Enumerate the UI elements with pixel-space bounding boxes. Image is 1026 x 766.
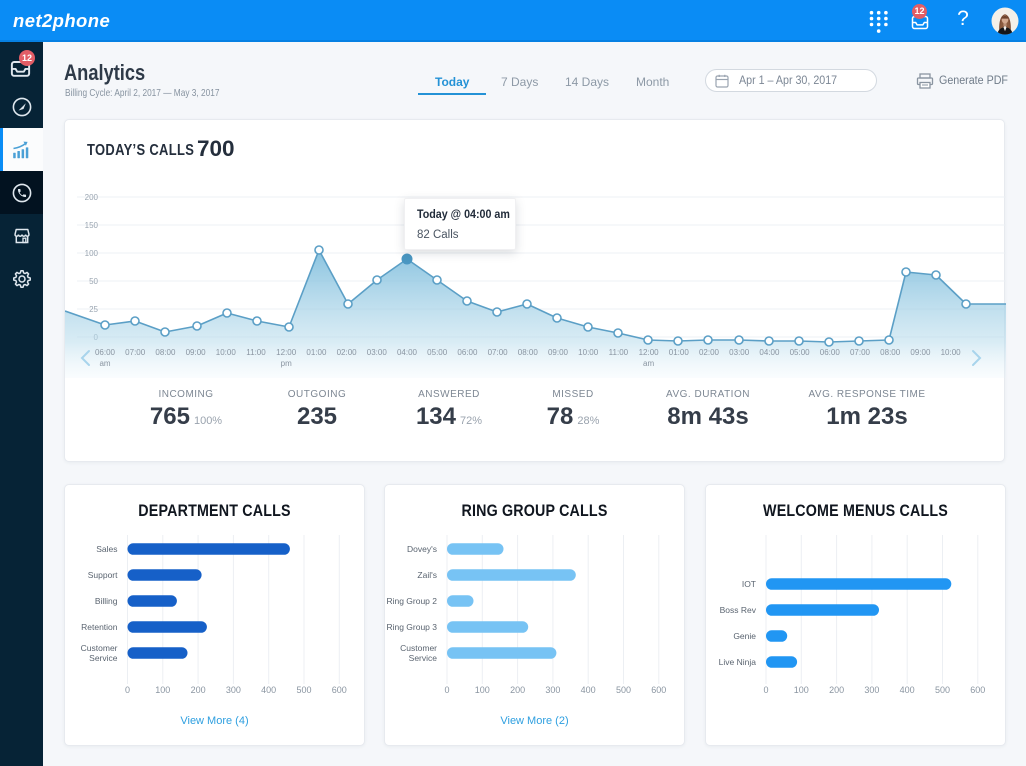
svg-text:0: 0 (125, 685, 130, 695)
svg-text:100: 100 (85, 249, 99, 258)
svg-text:Genie: Genie (733, 631, 756, 641)
svg-text:am: am (643, 359, 654, 368)
svg-text:11:00: 11:00 (246, 348, 266, 357)
svg-text:04:00: 04:00 (397, 348, 418, 357)
svg-text:400: 400 (581, 685, 596, 695)
svg-text:12:00: 12:00 (276, 348, 297, 357)
svg-text:200: 200 (191, 685, 206, 695)
svg-text:10:00: 10:00 (578, 348, 599, 357)
svg-text:600: 600 (970, 685, 985, 695)
svg-text:09:00: 09:00 (186, 348, 207, 357)
svg-text:10:00: 10:00 (941, 348, 962, 357)
svg-text:Dovey's: Dovey's (407, 544, 437, 554)
svg-text:100: 100 (794, 685, 809, 695)
svg-text:Billing: Billing (95, 596, 118, 606)
svg-text:600: 600 (332, 685, 347, 695)
svg-text:07:00: 07:00 (850, 348, 871, 357)
svg-text:Customer: Customer (81, 643, 118, 653)
svg-text:Live Ninja: Live Ninja (719, 657, 757, 667)
svg-text:600: 600 (651, 685, 666, 695)
svg-text:07:00: 07:00 (488, 348, 509, 357)
svg-text:50: 50 (89, 277, 98, 286)
svg-text:pm: pm (281, 359, 292, 368)
svg-text:Sales: Sales (96, 544, 117, 554)
svg-text:12:00: 12:00 (639, 348, 660, 357)
svg-text:01:00: 01:00 (306, 348, 327, 357)
svg-text:06:00: 06:00 (820, 348, 841, 357)
svg-text:0: 0 (763, 685, 768, 695)
svg-text:100: 100 (475, 685, 490, 695)
svg-text:06:00: 06:00 (457, 348, 478, 357)
svg-text:Retention: Retention (81, 622, 118, 632)
svg-text:07:00: 07:00 (125, 348, 146, 357)
svg-text:08:00: 08:00 (880, 348, 901, 357)
svg-text:05:00: 05:00 (427, 348, 448, 357)
svg-text:Zail's: Zail's (417, 570, 437, 580)
svg-text:500: 500 (935, 685, 950, 695)
svg-text:300: 300 (545, 685, 560, 695)
svg-text:09:00: 09:00 (910, 348, 931, 357)
svg-text:0: 0 (444, 685, 449, 695)
svg-text:25: 25 (89, 305, 98, 314)
svg-text:200: 200 (85, 193, 99, 202)
svg-text:Service: Service (89, 653, 118, 663)
svg-text:08:00: 08:00 (518, 348, 539, 357)
svg-text:03:00: 03:00 (729, 348, 750, 357)
svg-text:am: am (99, 359, 110, 368)
svg-text:500: 500 (616, 685, 631, 695)
svg-text:Ring Group 3: Ring Group 3 (386, 622, 437, 632)
svg-text:01:00: 01:00 (669, 348, 690, 357)
svg-text:08:00: 08:00 (155, 348, 176, 357)
svg-text:Support: Support (88, 570, 118, 580)
svg-text:Customer: Customer (400, 643, 437, 653)
svg-text:IOT: IOT (742, 579, 756, 589)
svg-text:02:00: 02:00 (337, 348, 358, 357)
svg-text:Service: Service (409, 653, 438, 663)
svg-text:500: 500 (296, 685, 311, 695)
svg-text:300: 300 (864, 685, 879, 695)
svg-text:300: 300 (226, 685, 241, 695)
svg-text:11:00: 11:00 (609, 348, 629, 357)
svg-text:06:00: 06:00 (95, 348, 116, 357)
svg-text:10:00: 10:00 (216, 348, 237, 357)
svg-text:100: 100 (155, 685, 170, 695)
svg-text:03:00: 03:00 (367, 348, 388, 357)
svg-text:400: 400 (900, 685, 915, 695)
svg-text:09:00: 09:00 (548, 348, 569, 357)
svg-text:150: 150 (85, 221, 99, 230)
svg-text:02:00: 02:00 (699, 348, 720, 357)
svg-text:Ring Group 2: Ring Group 2 (386, 596, 437, 606)
svg-text:04:00: 04:00 (759, 348, 780, 357)
svg-text:200: 200 (829, 685, 844, 695)
svg-text:05:00: 05:00 (790, 348, 811, 357)
svg-text:Boss Rev: Boss Rev (720, 605, 757, 615)
svg-text:400: 400 (261, 685, 276, 695)
svg-text:200: 200 (510, 685, 525, 695)
